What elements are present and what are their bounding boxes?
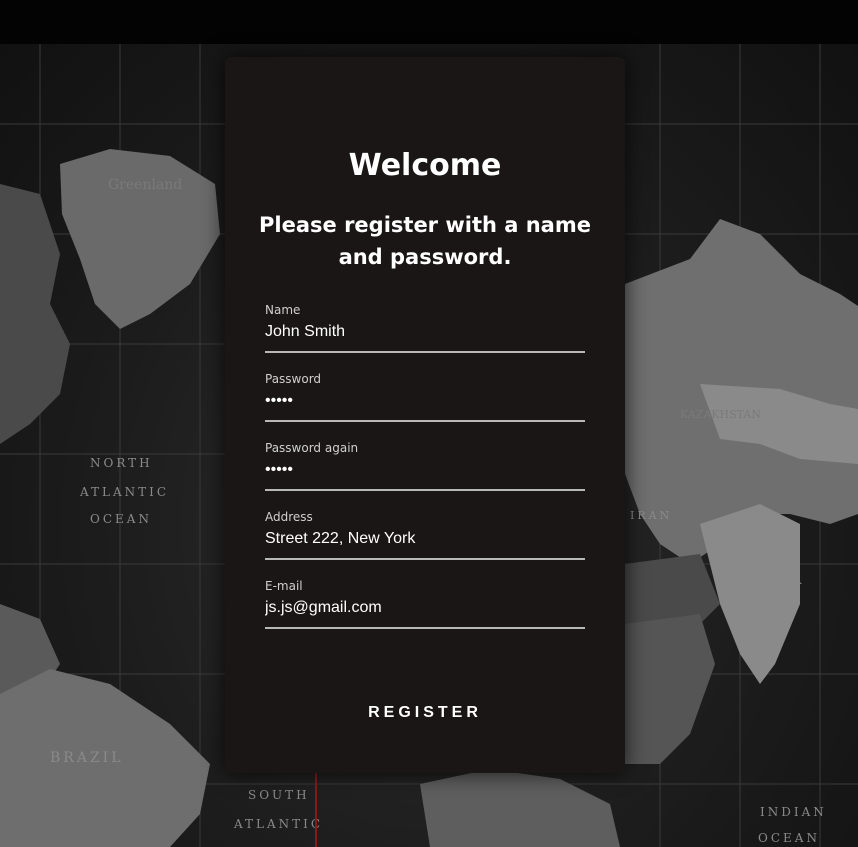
map-label-indian: INDIAN bbox=[760, 805, 827, 819]
password-again-input[interactable]: ••••• bbox=[265, 457, 585, 483]
map-label-north: NORTH bbox=[90, 456, 153, 470]
email-field-group: E-mail bbox=[265, 579, 585, 629]
password-again-field-group: Password again ••••• bbox=[265, 441, 585, 491]
email-label: E-mail bbox=[265, 579, 303, 593]
register-card: Welcome Please register with a name and … bbox=[225, 57, 625, 773]
map-label-south-atlantic: ATLANTIC bbox=[233, 817, 323, 831]
map-label-indian-ocean: OCEAN bbox=[758, 831, 820, 845]
password-label: Password bbox=[265, 372, 322, 386]
map-label-atlantic: ATLANTIC bbox=[79, 485, 169, 499]
name-input[interactable] bbox=[265, 319, 585, 345]
password-field-group: Password ••••• bbox=[265, 372, 585, 422]
email-input[interactable] bbox=[265, 595, 585, 621]
map-label-iran: IRAN bbox=[630, 509, 672, 522]
welcome-title: Welcome bbox=[348, 148, 502, 183]
map-label-brazil: BRAZIL bbox=[50, 750, 124, 766]
register-button[interactable]: REGISTER bbox=[325, 693, 525, 733]
address-label: Address bbox=[265, 510, 313, 524]
address-input[interactable] bbox=[265, 526, 585, 552]
register-subtitle: Please register with a name and password… bbox=[259, 213, 591, 269]
map-label-greenland: Greenland bbox=[108, 177, 182, 193]
password-input[interactable]: ••••• bbox=[265, 388, 585, 414]
map-label-india: INDIA bbox=[748, 573, 804, 588]
page: Greenland NORTH ATLANTIC OCEAN BRAZIL SO… bbox=[0, 0, 858, 847]
address-field-group: Address bbox=[265, 510, 585, 560]
name-field-group: Name bbox=[265, 303, 585, 353]
map-label-ocean: OCEAN bbox=[90, 512, 152, 526]
map-label-south: SOUTH bbox=[248, 788, 310, 802]
name-label: Name bbox=[265, 303, 301, 317]
map-label-kazakhstan: KAZAKHSTAN bbox=[680, 408, 761, 421]
top-bar bbox=[0, 0, 858, 44]
password-again-label: Password again bbox=[265, 441, 359, 455]
